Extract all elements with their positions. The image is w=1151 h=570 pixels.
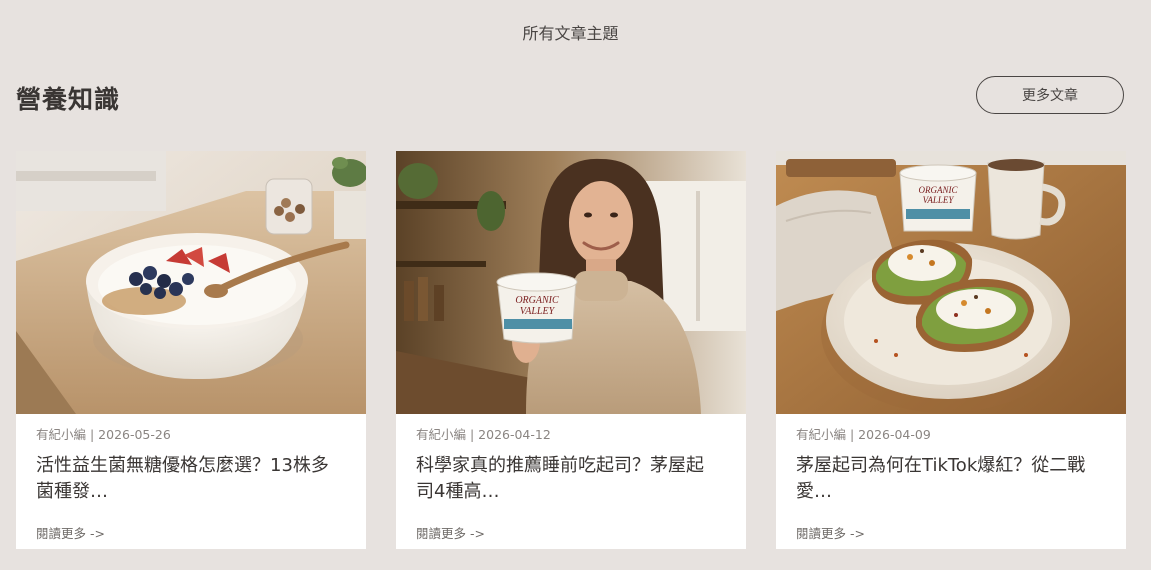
article-card[interactable]: ORGANIC VALLEY 有紀小編 | 2026-04-09 茅屋起司為何在…: [776, 151, 1126, 549]
article-card[interactable]: ORGANIC VALLEY 有紀小編 | 2026-04-12 科學家真的推薦…: [396, 151, 746, 549]
svg-text:VALLEY: VALLEY: [520, 306, 556, 317]
section-title: 營養知識: [16, 85, 121, 114]
article-title[interactable]: 茅屋起司為何在TikTok爆紅？從二戰愛…: [796, 453, 1101, 505]
article-image-cottage-cheese-toast[interactable]: ORGANIC VALLEY: [776, 151, 1126, 414]
article-meta: 有紀小編 | 2026-04-12: [416, 427, 551, 442]
svg-text:VALLEY: VALLEY: [923, 195, 955, 205]
article-card[interactable]: 有紀小編 | 2026-05-26 活性益生菌無糖優格怎麼選？13株多菌種發… …: [16, 151, 366, 549]
read-more-link[interactable]: 閱讀更多 ->: [416, 523, 485, 542]
article-meta: 有紀小編 | 2026-05-26: [36, 427, 171, 442]
article-image-yogurt-bowl[interactable]: [16, 151, 366, 414]
article-meta: 有紀小編 | 2026-04-09: [796, 427, 931, 442]
svg-text:ORGANIC: ORGANIC: [515, 295, 559, 306]
svg-text:ORGANIC: ORGANIC: [919, 185, 959, 195]
more-articles-button[interactable]: 更多文章: [976, 76, 1124, 114]
all-topics-link[interactable]: 所有文章主題: [0, 20, 1141, 44]
article-title[interactable]: 科學家真的推薦睡前吃起司？茅屋起司4種高…: [416, 453, 721, 505]
article-title[interactable]: 活性益生菌無糖優格怎麼選？13株多菌種發…: [36, 453, 341, 505]
read-more-link[interactable]: 閱讀更多 ->: [796, 523, 865, 542]
article-image-woman-cottage-cheese[interactable]: ORGANIC VALLEY: [396, 151, 746, 414]
read-more-link[interactable]: 閱讀更多 ->: [36, 523, 105, 542]
